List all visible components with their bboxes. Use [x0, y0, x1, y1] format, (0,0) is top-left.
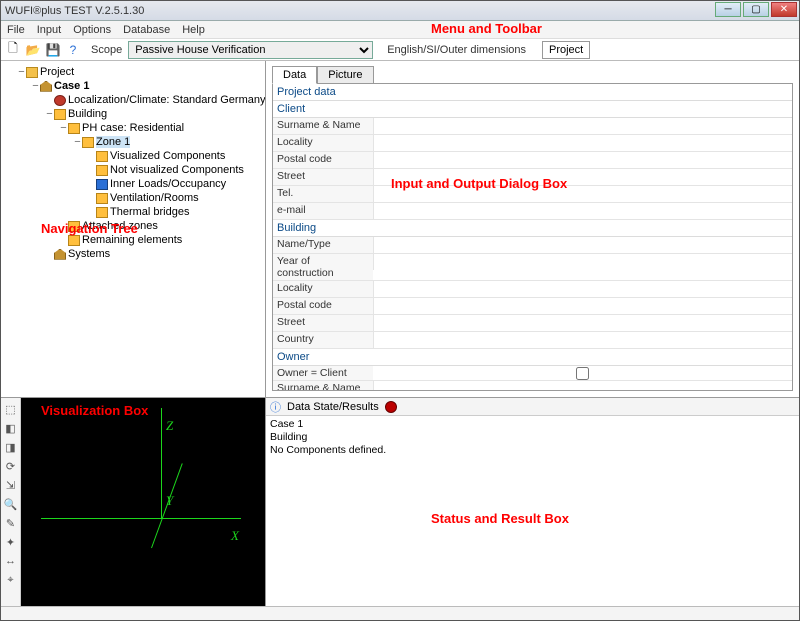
status-panel: ⓘ Data State/Results Case 1 Building No …	[266, 398, 799, 606]
group-project-data: Project data	[273, 84, 792, 101]
viz-tool-icon[interactable]: ⬚	[4, 402, 18, 416]
menu-database[interactable]: Database	[123, 24, 170, 36]
axis-y-label: Y	[166, 493, 173, 509]
viz-tool-icon[interactable]: ✎	[4, 516, 18, 530]
menubar: File Input Options Database Help	[1, 21, 799, 39]
tree-item-vent[interactable]: Ventilation/Rooms	[87, 191, 263, 205]
building-street-input[interactable]	[373, 315, 792, 331]
axis-x	[41, 518, 241, 519]
save-icon[interactable]: 💾	[45, 42, 61, 58]
tree-item-loads[interactable]: Inner Loads/Occupancy	[87, 177, 263, 191]
new-icon[interactable]: 🗋	[5, 42, 21, 58]
axis-x-label: X	[231, 528, 239, 544]
client-surname-input[interactable]	[373, 118, 792, 134]
viz-tool-icon[interactable]: ⟳	[4, 459, 18, 473]
tree-item-viscomp[interactable]: Visualized Components	[87, 149, 263, 163]
maximize-button[interactable]: ▢	[743, 2, 769, 17]
viz-tool-icon[interactable]: ✦	[4, 535, 18, 549]
tree-item-project[interactable]: −Project −Case 1 Localization/Climate: S…	[17, 65, 263, 261]
building-country-input[interactable]	[373, 332, 792, 348]
building-name-input[interactable]	[373, 237, 792, 253]
window-title: WUFI®plus TEST V.2.5.1.30	[5, 5, 144, 17]
project-tab[interactable]: Project	[542, 41, 590, 59]
client-email-input[interactable]	[373, 203, 792, 219]
tree-item-zone[interactable]: −Zone 1 Visualized Components Not visual…	[73, 135, 263, 219]
statusbar	[1, 606, 799, 620]
scope-select[interactable]: Passive House Verification	[128, 41, 373, 59]
viz-toolbar: ⬚ ◧ ◨ ⟳ ⇲ 🔍 ✎ ✦ ↔ ⌖	[1, 398, 21, 606]
dims-label[interactable]: English/SI/Outer dimensions	[387, 44, 526, 56]
client-locality-input[interactable]	[373, 135, 792, 151]
scope-label: Scope	[91, 44, 122, 56]
owner-client-checkbox[interactable]	[576, 367, 589, 380]
minimize-button[interactable]: ─	[715, 2, 741, 17]
tab-data[interactable]: Data	[272, 66, 317, 84]
viz-tool-icon[interactable]: ↔	[4, 554, 18, 568]
viz-panel: ⬚ ◧ ◨ ⟳ ⇲ 🔍 ✎ ✦ ↔ ⌖ X Y Z	[1, 398, 265, 606]
menu-input[interactable]: Input	[37, 24, 61, 36]
status-header: Data State/Results	[287, 401, 379, 413]
axis-z-label: Z	[166, 418, 173, 434]
viz-tool-icon[interactable]: ⇲	[4, 478, 18, 492]
tree-item-building[interactable]: −Building −PH case: Residential −Zone 1 …	[45, 107, 263, 247]
open-icon[interactable]: 📂	[25, 42, 41, 58]
tree-item-notviscomp[interactable]: Not visualized Components	[87, 163, 263, 177]
group-building: Building	[273, 220, 792, 237]
client-postal-input[interactable]	[373, 152, 792, 168]
content-grid: −Project −Case 1 Localization/Climate: S…	[1, 61, 799, 606]
viz-tool-icon[interactable]: 🔍	[4, 497, 18, 511]
stop-icon[interactable]	[385, 401, 397, 413]
tree-item-attached[interactable]: Attached zones	[59, 219, 263, 233]
axis-z	[161, 408, 162, 518]
building-postal-input[interactable]	[373, 298, 792, 314]
client-tel-input[interactable]	[373, 186, 792, 202]
client-street-input[interactable]	[373, 169, 792, 185]
help-icon[interactable]: ?	[65, 42, 81, 58]
tree-item-systems[interactable]: Systems	[45, 247, 263, 261]
toolbar: 🗋 📂 💾 ? Scope Passive House Verification…	[1, 39, 799, 61]
viz-viewport[interactable]: X Y Z	[21, 398, 265, 606]
owner-surname-input[interactable]	[373, 381, 792, 391]
status-body: Case 1 Building No Components defined.	[266, 416, 799, 459]
info-icon: ⓘ	[270, 399, 281, 415]
viz-tool-icon[interactable]: ◨	[4, 440, 18, 454]
viz-tool-icon[interactable]: ◧	[4, 421, 18, 435]
tree-item-thermal[interactable]: Thermal bridges	[87, 205, 263, 219]
viz-tool-icon[interactable]: ⌖	[4, 573, 18, 587]
menu-file[interactable]: File	[7, 24, 25, 36]
menu-help[interactable]: Help	[182, 24, 205, 36]
titlebar: WUFI®plus TEST V.2.5.1.30 ─ ▢ ✕	[1, 1, 799, 21]
close-button[interactable]: ✕	[771, 2, 797, 17]
menu-options[interactable]: Options	[73, 24, 111, 36]
form-body[interactable]: Project data Client Surname & Name Local…	[272, 83, 793, 391]
tree-item-climate[interactable]: Localization/Climate: Standard Germany	[45, 93, 263, 107]
nav-tree-panel: −Project −Case 1 Localization/Climate: S…	[1, 61, 265, 397]
group-owner: Owner	[273, 349, 792, 366]
tree-item-phcase[interactable]: −PH case: Residential −Zone 1 Visualized…	[59, 121, 263, 219]
form-panel: Data Picture Project data Client Surname…	[266, 61, 799, 397]
tree-item-case[interactable]: −Case 1 Localization/Climate: Standard G…	[31, 79, 263, 261]
building-locality-input[interactable]	[373, 281, 792, 297]
building-year-input[interactable]	[373, 254, 792, 270]
group-client: Client	[273, 101, 792, 118]
tab-picture[interactable]: Picture	[317, 66, 373, 84]
tree-item-remaining[interactable]: Remaining elements	[59, 233, 263, 247]
